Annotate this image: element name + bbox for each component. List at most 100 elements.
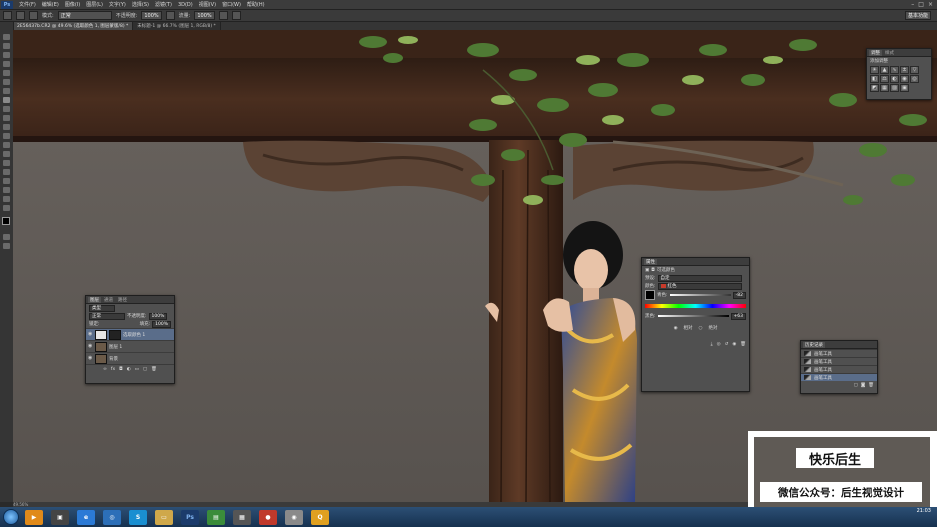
preset-select[interactable]: 自定 — [657, 274, 742, 282]
new-adjustment-icon[interactable]: ◐ — [127, 367, 131, 372]
tab-styles[interactable]: 样式 — [883, 50, 896, 56]
menu-type[interactable]: 文字(Y) — [106, 1, 129, 8]
layer-style-icon[interactable]: fx — [111, 367, 115, 372]
relative-radio[interactable]: ◉ — [674, 326, 678, 331]
tab-document-2[interactable]: 未标题-1 @ 66.7% (图层 1, RGB/8) * — [133, 22, 221, 30]
workspace-select[interactable]: 基本功能 — [904, 11, 931, 20]
new-group-icon[interactable]: ▭ — [135, 367, 139, 372]
marquee-tool-icon[interactable] — [3, 43, 10, 49]
screen-mode-icon[interactable] — [3, 243, 10, 249]
ie-browser-icon[interactable]: e — [77, 509, 95, 525]
mode-select[interactable]: 正常 — [57, 11, 112, 20]
type-tool-icon[interactable] — [3, 169, 10, 175]
menu-edit[interactable]: 编辑(E) — [39, 1, 62, 8]
view-previous-icon[interactable]: ◎ — [717, 342, 721, 347]
recorder-icon[interactable]: ● — [259, 509, 277, 525]
start-button[interactable] — [3, 509, 19, 525]
history-item[interactable]: 画笔工具 — [801, 373, 877, 381]
fill-input[interactable]: 100% — [152, 320, 171, 328]
blend-mode-select[interactable]: 正常 — [89, 312, 125, 320]
black-slider[interactable] — [657, 315, 729, 317]
delete-icon[interactable]: 🗑 — [740, 342, 746, 347]
dodge-tool-icon[interactable] — [3, 151, 10, 157]
tab-properties[interactable]: 属性 — [644, 258, 657, 265]
menu-3d[interactable]: 3D(D) — [175, 2, 196, 8]
history-item[interactable]: 画笔工具 — [801, 349, 877, 357]
levels-icon[interactable]: ▲ — [880, 65, 889, 74]
flow-input[interactable]: 100% — [194, 11, 215, 20]
photoshop-taskbar-icon[interactable]: Ps — [181, 509, 199, 525]
qq-icon[interactable]: Q — [311, 509, 329, 525]
visibility-eye-icon[interactable]: ◉ — [88, 344, 93, 349]
exposure-icon[interactable]: ± — [900, 65, 909, 74]
move-tool-icon[interactable] — [3, 34, 10, 40]
brush-tool-icon[interactable] — [3, 97, 10, 103]
delete-state-icon[interactable]: 🗑 — [868, 383, 874, 388]
color-spectrum-bar[interactable] — [645, 304, 746, 308]
new-document-icon[interactable]: ▢ — [854, 383, 858, 388]
video-app-icon[interactable]: ▣ — [51, 509, 69, 525]
vibrance-icon[interactable]: ▽ — [910, 65, 919, 74]
zoom-tool-icon[interactable] — [3, 205, 10, 211]
curves-icon[interactable]: ∿ — [890, 65, 899, 74]
layer-filter-select[interactable]: 类型 — [89, 304, 115, 312]
visibility-eye-icon[interactable]: ◉ — [88, 356, 93, 361]
brightness-icon[interactable]: ☀ — [870, 65, 879, 74]
colors-select[interactable]: 红色 — [657, 282, 742, 290]
mask-thumbnail[interactable] — [109, 329, 121, 340]
reset-icon[interactable]: ↺ — [725, 342, 729, 347]
menu-image[interactable]: 图像(I) — [62, 1, 83, 8]
healing-tool-icon[interactable] — [3, 88, 10, 94]
menu-file[interactable]: 文件(F) — [16, 1, 39, 8]
eyedropper-tool-icon[interactable] — [3, 79, 10, 85]
menu-window[interactable]: 窗口(W) — [219, 1, 244, 8]
layer-row[interactable]: ◉ 选取颜色 1 — [86, 328, 174, 340]
search-app-icon[interactable]: S — [129, 509, 147, 525]
layer-opacity-input[interactable]: 100% — [148, 312, 168, 320]
clone-stamp-tool-icon[interactable] — [3, 106, 10, 112]
browser-icon[interactable]: ◎ — [103, 509, 121, 525]
cyan-slider[interactable] — [669, 294, 731, 296]
new-layer-icon[interactable]: ▢ — [143, 367, 147, 372]
menu-filter[interactable]: 滤镜(T) — [152, 1, 175, 8]
maximize-button[interactable]: □ — [918, 1, 924, 8]
history-item[interactable]: 画笔工具 — [801, 365, 877, 373]
hand-tool-icon[interactable] — [3, 196, 10, 202]
history-item[interactable]: 画笔工具 — [801, 357, 877, 365]
color-balance-icon[interactable]: ⚖ — [880, 74, 889, 83]
threshold-icon[interactable]: ▨ — [890, 83, 899, 92]
layer-row[interactable]: ◉ 图层 1 — [86, 340, 174, 352]
gradient-tool-icon[interactable] — [3, 133, 10, 139]
quick-mask-icon[interactable] — [3, 234, 10, 240]
visibility-icon[interactable]: ◉ — [732, 342, 736, 347]
tab-adjustments[interactable]: 调整 — [869, 49, 882, 56]
pen-tool-icon[interactable] — [3, 160, 10, 166]
link-layers-icon[interactable]: ∞ — [103, 367, 107, 372]
menu-layer[interactable]: 图层(L) — [83, 1, 106, 8]
layer-row[interactable]: ◉ 背景 — [86, 352, 174, 364]
tab-history[interactable]: 历史记录 — [803, 341, 825, 348]
system-clock[interactable]: 21:03 — [917, 508, 931, 514]
brush-panel-icon[interactable] — [29, 11, 38, 20]
brush-size-icon[interactable] — [16, 11, 25, 20]
mask-icon[interactable]: ◘ — [651, 268, 655, 273]
tab-channels[interactable]: 通道 — [102, 297, 115, 303]
close-button[interactable]: × — [928, 1, 933, 8]
photo-filter-icon[interactable]: ◉ — [900, 74, 909, 83]
path-select-tool-icon[interactable] — [3, 178, 10, 184]
airbrush-icon[interactable] — [218, 11, 228, 20]
tab-layers[interactable]: 图层 — [88, 296, 101, 303]
history-brush-tool-icon[interactable] — [3, 115, 10, 121]
eraser-tool-icon[interactable] — [3, 124, 10, 130]
quick-select-tool-icon[interactable] — [3, 61, 10, 67]
color-picker-swatch[interactable] — [645, 290, 655, 300]
opacity-input[interactable]: 100% — [141, 11, 162, 20]
menu-help[interactable]: 帮助(H) — [244, 1, 268, 8]
black-white-icon[interactable]: ◐ — [890, 74, 899, 83]
screen-capture-icon[interactable]: ▦ — [233, 509, 251, 525]
hue-saturation-icon[interactable]: ◧ — [870, 74, 879, 83]
menu-view[interactable]: 视图(V) — [196, 1, 219, 8]
black-input[interactable]: +63 — [730, 312, 746, 320]
pressure-opacity-icon[interactable] — [165, 11, 175, 20]
cyan-input[interactable]: -82 — [732, 291, 746, 299]
